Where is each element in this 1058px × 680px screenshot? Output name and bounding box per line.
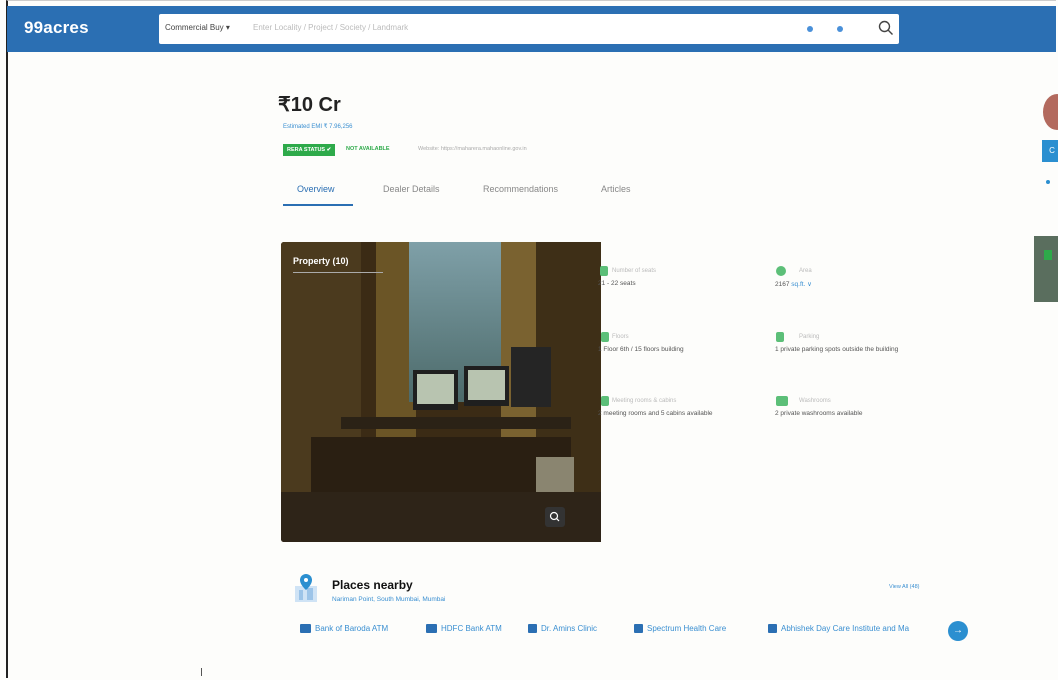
detail-washrooms: Washrooms 2 private washrooms available — [775, 398, 935, 417]
side-indicator-dot — [1046, 180, 1050, 184]
tab-dealer-details[interactable]: Dealer Details — [383, 184, 440, 194]
area-unit-dropdown[interactable]: sq.ft. ∨ — [791, 281, 812, 288]
detail-value: 2167 — [775, 281, 790, 288]
photo-label-divider — [293, 272, 383, 273]
detail-area: Area 2167 sq.ft. ∨ — [775, 268, 935, 288]
photo-count-label[interactable]: Property (10) — [293, 256, 349, 266]
location-icon[interactable] — [807, 26, 813, 32]
contact-button[interactable]: C — [1042, 140, 1058, 162]
detail-label: Washrooms — [799, 398, 831, 404]
detail-value: 2 meeting rooms and 5 cabins available — [598, 410, 713, 417]
chip-label: Bank of Baroda ATM — [315, 624, 389, 633]
search-icon[interactable] — [877, 19, 895, 37]
nearby-chip-bank-of-baroda-atm[interactable]: Bank of Baroda ATM — [300, 624, 388, 633]
nearby-chip-dr-amins-clinic[interactable]: Dr. Amins Clinic — [528, 624, 597, 633]
detail-value: 1 Floor 6th / 15 floors building — [598, 346, 684, 353]
property-price: ₹10 Cr — [278, 94, 341, 116]
chip-label: Spectrum Health Care — [647, 624, 727, 633]
detail-label: Floors — [612, 334, 629, 340]
side-promo-banner[interactable] — [1034, 236, 1058, 302]
detail-parking: Parking 1 private parking spots outside … — [775, 334, 935, 353]
detail-label: Area — [799, 268, 812, 274]
office-photo-illustration — [281, 242, 601, 542]
detail-value: 21 - 22 seats — [598, 280, 636, 287]
detail-label: Meeting rooms & cabins — [612, 398, 677, 404]
places-nearby-location: Nariman Point, South Mumbai, Mumbai — [332, 596, 446, 603]
search-category-dropdown[interactable]: Commercial Buy ▾ — [165, 23, 230, 32]
nearby-chip-spectrum-health-care[interactable]: Spectrum Health Care — [634, 624, 726, 633]
tab-recommendations[interactable]: Recommendations — [483, 184, 558, 194]
detail-label: Number of seats — [612, 268, 657, 274]
atm-icon — [300, 624, 311, 633]
active-tab-indicator — [283, 204, 353, 206]
location-pin-icon — [295, 574, 317, 602]
rera-status-value: NOT AVAILABLE — [346, 146, 390, 152]
agent-avatar — [1043, 94, 1058, 130]
search-bar[interactable]: Commercial Buy ▾ Enter Locality / Projec… — [159, 14, 899, 44]
chip-label: HDFC Bank ATM — [441, 624, 502, 633]
hospital-icon — [634, 624, 643, 633]
stray-mark — [201, 668, 202, 676]
hospital-icon — [528, 624, 537, 633]
detail-seats: Number of seats 21 - 22 seats — [598, 268, 758, 287]
detail-floors: Floors 1 Floor 6th / 15 floors building — [598, 334, 758, 353]
detail-label: Parking — [799, 334, 820, 340]
tab-articles[interactable]: Articles — [601, 184, 631, 194]
chip-label: Dr. Amins Clinic — [541, 624, 598, 633]
tab-overview[interactable]: Overview — [297, 184, 335, 194]
next-arrow-button[interactable]: → — [948, 621, 968, 641]
detail-value: 1 private parking spots outside the buil… — [775, 346, 899, 353]
search-input[interactable]: Enter Locality / Project / Society / Lan… — [253, 23, 408, 32]
property-photo[interactable]: Property (10) — [281, 242, 601, 542]
rera-status-badge: RERA STATUS ✔ — [283, 144, 336, 156]
chip-label: Abhishek Day Care Institute and Ma — [781, 624, 910, 633]
mic-icon[interactable] — [837, 26, 843, 32]
hospital-icon — [768, 624, 777, 633]
rera-status-label: RERA STATUS — [287, 147, 326, 153]
nearby-chip-hdfc-bank-atm[interactable]: HDFC Bank ATM — [426, 624, 502, 633]
nearby-chip-abhishek-day-care[interactable]: Abhishek Day Care Institute and Ma — [768, 624, 948, 633]
view-all-link[interactable]: View All (48) — [889, 584, 919, 590]
top-navigation-bar: 99acres Commercial Buy ▾ Enter Locality … — [7, 6, 1056, 52]
detail-value: 2 private washrooms available — [775, 410, 863, 417]
emi-link[interactable]: Estimated EMI ₹ 7.96,256 — [283, 123, 353, 130]
rera-note: Website: https://maharera.mahaonline.gov… — [418, 146, 527, 152]
places-nearby-title: Places nearby — [332, 578, 413, 592]
atm-icon — [426, 624, 437, 633]
detail-meeting-rooms: Meeting rooms & cabins 2 meeting rooms a… — [598, 398, 768, 417]
zoom-icon[interactable] — [545, 507, 565, 527]
site-logo[interactable]: 99acres — [24, 18, 89, 38]
